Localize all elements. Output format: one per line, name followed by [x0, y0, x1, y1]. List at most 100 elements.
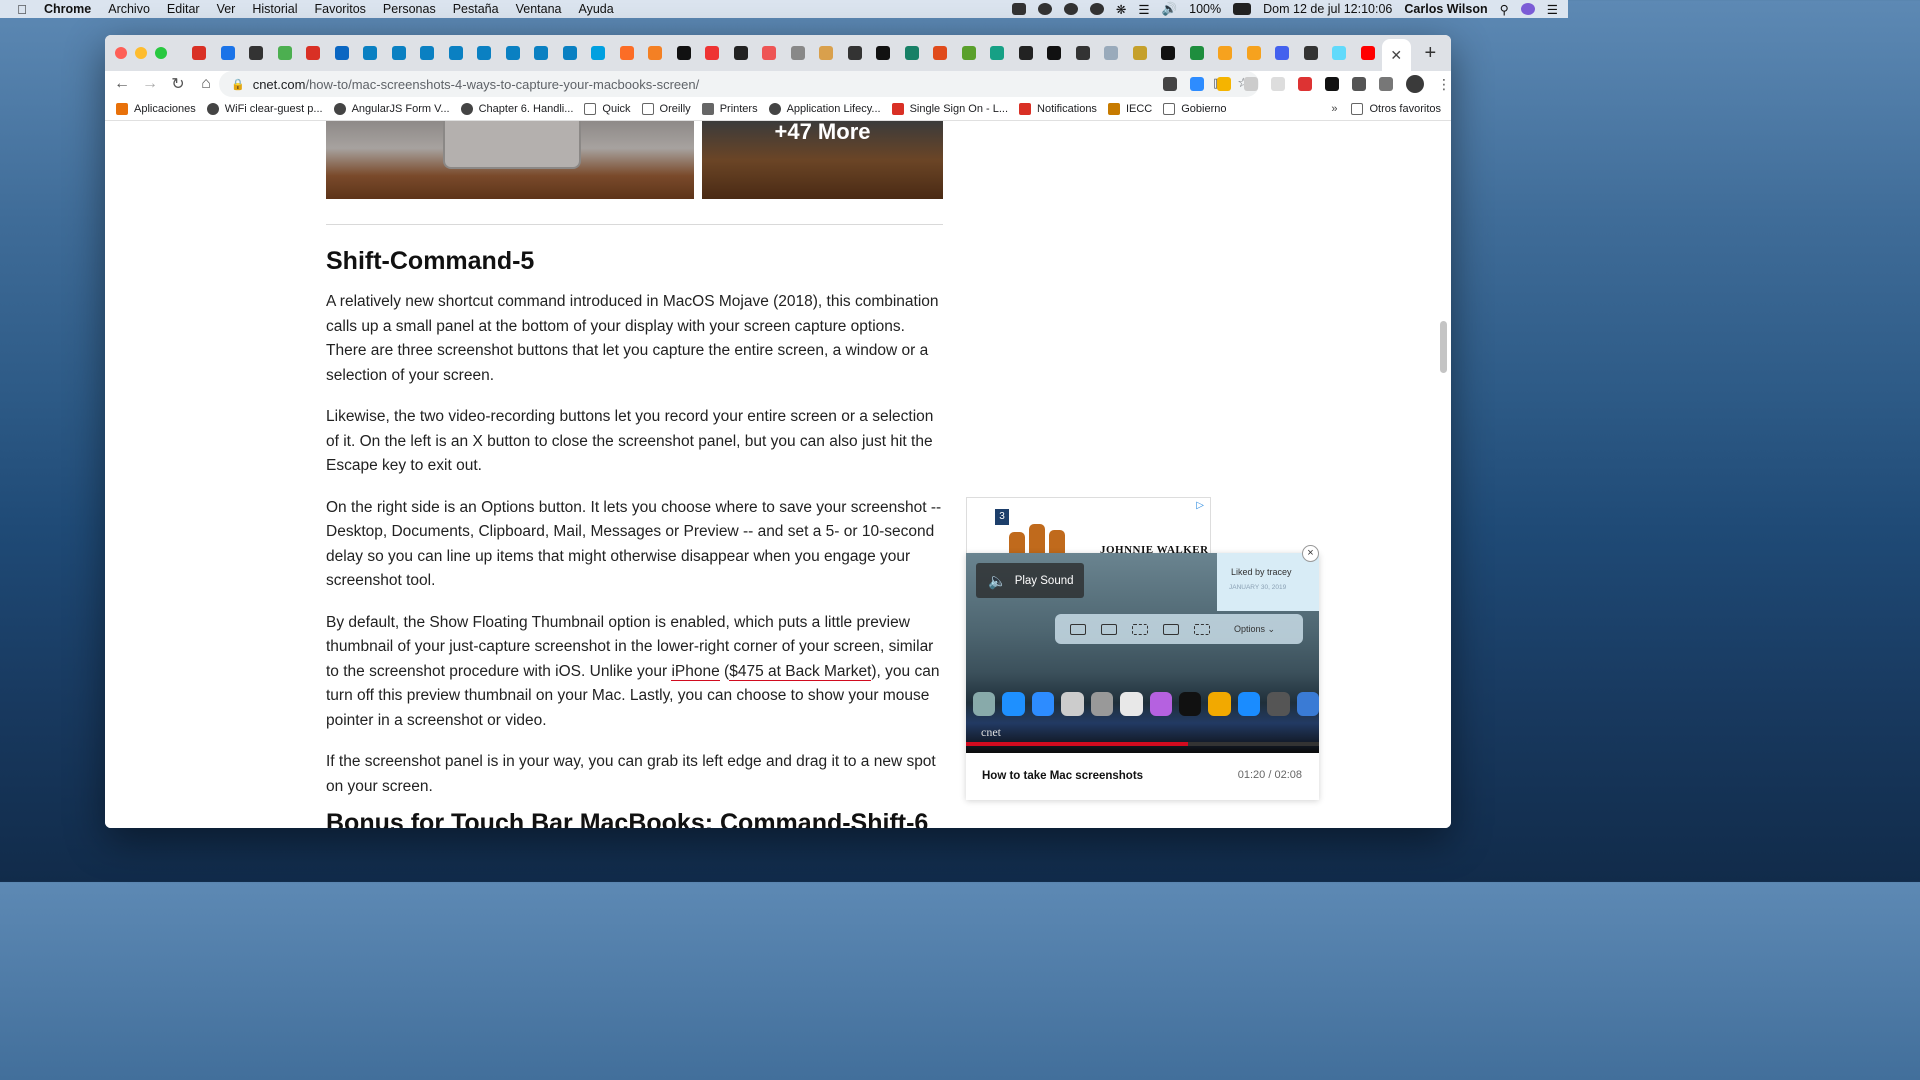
browser-tab[interactable]: [784, 39, 813, 67]
other-bookmarks-folder[interactable]: Otros favoritos: [1351, 103, 1441, 115]
browser-tab[interactable]: [1012, 39, 1041, 67]
browser-tab[interactable]: [1211, 39, 1240, 67]
browser-tab[interactable]: [299, 39, 328, 67]
bookmark-item[interactable]: AngularJS Form V...: [333, 102, 450, 115]
browser-tab[interactable]: [1154, 39, 1183, 67]
address-bar[interactable]: 🔒 cnet.com/how-to/mac-screenshots-4-ways…: [219, 71, 1259, 97]
video-title[interactable]: How to take Mac screenshots: [982, 770, 1143, 782]
shield-extension-icon[interactable]: [1325, 77, 1339, 91]
maximize-window-button[interactable]: [155, 47, 167, 59]
browser-tab[interactable]: [898, 39, 927, 67]
menu-ayuda[interactable]: Ayuda: [578, 2, 613, 16]
video-progress-bar[interactable]: [966, 742, 1319, 746]
browser-tab[interactable]: [499, 39, 528, 67]
bookmark-item[interactable]: Single Sign On - L...: [891, 102, 1008, 115]
gallery-more-tile[interactable]: +47 More: [702, 121, 943, 199]
browser-tab[interactable]: [1069, 39, 1098, 67]
browser-tab[interactable]: [214, 39, 243, 67]
close-video-button[interactable]: ×: [1302, 545, 1319, 562]
bookmark-item[interactable]: Oreilly: [641, 102, 691, 115]
bookmark-item[interactable]: Quick: [584, 102, 631, 115]
megaphone-extension-icon[interactable]: [1298, 77, 1312, 91]
menu-personas[interactable]: Personas: [383, 2, 436, 16]
reading-list-icon[interactable]: [1379, 77, 1393, 91]
volume-icon[interactable]: 🔊: [1162, 2, 1178, 17]
browser-tab[interactable]: [328, 39, 357, 67]
wifi-icon[interactable]: ☰: [1138, 2, 1149, 17]
browser-tab[interactable]: [613, 39, 642, 67]
browser-tab[interactable]: [1297, 39, 1326, 67]
browser-tab[interactable]: [983, 39, 1012, 67]
browser-tab[interactable]: [727, 39, 756, 67]
reload-icon[interactable]: ↻: [164, 74, 192, 94]
extension-icon[interactable]: [1163, 77, 1177, 91]
ad-banner[interactable]: 3 JOHNNIE WALKER ▷: [966, 497, 1211, 557]
menu-pestana[interactable]: Pestaña: [453, 2, 499, 16]
browser-tab[interactable]: [1240, 39, 1269, 67]
browser-tab[interactable]: [470, 39, 499, 67]
zoom-extension-icon[interactable]: [1190, 77, 1204, 91]
control-center-icon[interactable]: ☰: [1547, 2, 1558, 17]
browser-tab[interactable]: [1097, 39, 1126, 67]
browser-tab[interactable]: [185, 39, 214, 67]
back-icon[interactable]: ←: [108, 75, 136, 93]
browser-tab-active[interactable]: ✕: [1382, 39, 1411, 71]
bookmark-item[interactable]: Notifications: [1019, 102, 1097, 115]
browser-tab[interactable]: [869, 39, 898, 67]
forward-icon[interactable]: →: [136, 75, 164, 93]
cloud-icon[interactable]: [1037, 3, 1052, 15]
browser-tab[interactable]: [442, 39, 471, 67]
bookmark-item[interactable]: IECC: [1107, 102, 1152, 115]
minimize-window-button[interactable]: [135, 47, 147, 59]
browser-tab[interactable]: [385, 39, 414, 67]
new-tab-button[interactable]: +: [1425, 42, 1437, 65]
adchoices-icon[interactable]: ▷: [1196, 500, 1204, 511]
profile-avatar[interactable]: [1406, 75, 1424, 93]
menu-archivo[interactable]: Archivo: [108, 2, 150, 16]
page-scrollbar[interactable]: [1440, 321, 1447, 373]
menubar-user[interactable]: Carlos Wilson: [1404, 2, 1487, 16]
bookmark-item[interactable]: WiFi clear-guest p...: [206, 102, 323, 115]
browser-tab[interactable]: [812, 39, 841, 67]
shield-icon[interactable]: [1063, 3, 1078, 15]
spotlight-search-icon[interactable]: ⚲: [1500, 2, 1509, 17]
browser-tab[interactable]: [1325, 39, 1354, 67]
extension-icon[interactable]: [1271, 77, 1285, 91]
menu-ver[interactable]: Ver: [217, 2, 236, 16]
video-frame[interactable]: Liked by tracey JANUARY 30, 2019 🔈 Play …: [966, 553, 1319, 753]
m-status-icon[interactable]: [1089, 3, 1104, 15]
floating-video-player[interactable]: Liked by tracey JANUARY 30, 2019 🔈 Play …: [966, 545, 1319, 800]
browser-tab[interactable]: [1268, 39, 1297, 67]
menu-historial[interactable]: Historial: [252, 2, 297, 16]
menu-app-name[interactable]: Chrome: [44, 2, 91, 16]
browser-tab[interactable]: [841, 39, 870, 67]
menu-ventana[interactable]: Ventana: [516, 2, 562, 16]
siri-icon[interactable]: [1520, 3, 1535, 15]
browser-tab[interactable]: [1354, 39, 1383, 67]
browser-tab[interactable]: [955, 39, 984, 67]
browser-tab[interactable]: [271, 39, 300, 67]
settings-status-icon[interactable]: ❋: [1116, 2, 1126, 17]
browser-tab[interactable]: [1126, 39, 1155, 67]
back-market-link[interactable]: $475 at Back Market: [729, 662, 872, 681]
browser-tab[interactable]: [1040, 39, 1069, 67]
address-url[interactable]: cnet.com/how-to/mac-screenshots-4-ways-t…: [253, 77, 700, 92]
play-sound-button[interactable]: 🔈 Play Sound: [976, 563, 1084, 598]
bookmark-item[interactable]: Application Lifecy...: [768, 102, 881, 115]
menu-favoritos[interactable]: Favoritos: [315, 2, 366, 16]
dropbox-icon[interactable]: [1011, 3, 1026, 15]
browser-tab[interactable]: [698, 39, 727, 67]
browser-tab[interactable]: [413, 39, 442, 67]
extension-icon[interactable]: [1244, 77, 1258, 91]
bookmark-item[interactable]: Printers: [701, 102, 758, 115]
apple-menu-icon[interactable]: : [0, 2, 44, 17]
browser-tab[interactable]: [584, 39, 613, 67]
battery-percent[interactable]: 100%: [1189, 2, 1221, 16]
menubar-clock[interactable]: Dom 12 de jul 12:10:06: [1263, 2, 1392, 16]
close-tab-icon[interactable]: ✕: [1390, 47, 1402, 64]
browser-tab[interactable]: [641, 39, 670, 67]
menu-editar[interactable]: Editar: [167, 2, 200, 16]
browser-tab[interactable]: [527, 39, 556, 67]
gallery-image-macbook[interactable]: [326, 121, 694, 199]
browser-tab[interactable]: [356, 39, 385, 67]
